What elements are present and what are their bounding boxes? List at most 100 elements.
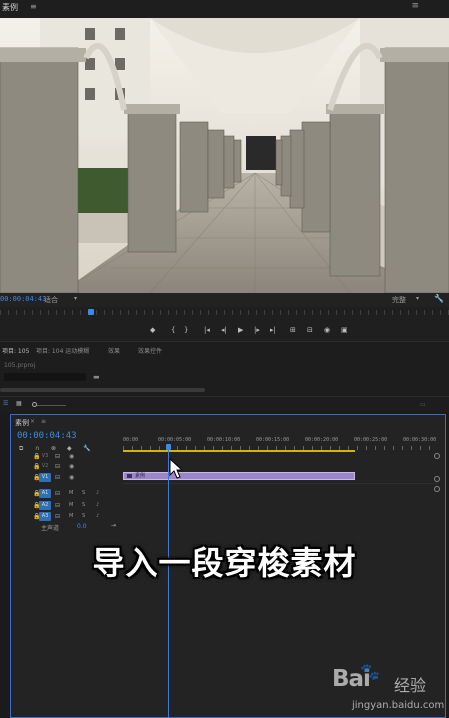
ruler-label: 00:00 (123, 437, 139, 443)
compare-icon[interactable]: ▣ (341, 326, 348, 334)
slider-knob[interactable] (32, 402, 37, 407)
camera-icon[interactable]: ◉ (324, 326, 330, 334)
step-forward-icon[interactable]: |▸ (254, 326, 260, 334)
sync-lock-icon[interactable]: ⊟ (55, 453, 60, 460)
mouse-cursor-icon (169, 458, 183, 479)
playhead-timecode[interactable]: 00:00:04:43 (0, 295, 46, 303)
corridor-frame-image (0, 18, 449, 293)
track-target-a1[interactable]: A1 (39, 489, 51, 498)
baidu-jingyan-watermark: Bai 🐾 经验 jingyan.baidu.com (318, 662, 445, 714)
mic-icon[interactable]: ♪ (96, 513, 99, 519)
master-volume-value[interactable]: 0.0 (77, 523, 87, 530)
timeline-playhead-line[interactable] (168, 450, 169, 718)
project-tools-row: ☰ ▦ ▭ (0, 396, 449, 412)
go-to-end-icon[interactable]: ⇥ (111, 522, 116, 529)
mute-button[interactable]: M (69, 513, 73, 519)
vertical-scroll-handle[interactable] (434, 476, 440, 482)
eye-icon[interactable]: ◉ (69, 453, 74, 460)
monitor-playhead[interactable] (88, 309, 94, 315)
project-panel: 项目: 105 项目: 104 运动模糊 效果 效果控件 105.prproj … (0, 341, 449, 395)
paw-icon: 🐾 (360, 662, 380, 681)
sync-lock-icon[interactable]: ⊟ (55, 474, 60, 481)
sync-lock-icon[interactable]: ⊟ (55, 463, 60, 470)
solo-button[interactable]: S (82, 502, 85, 508)
track-header-a3: 🔒 A3 ⊟ M S ♪ (11, 511, 123, 522)
panel-options-icon[interactable]: ≡ (411, 1, 419, 11)
mark-out-icon[interactable]: } (184, 326, 188, 334)
add-marker-icon[interactable]: ◆ (150, 326, 155, 334)
program-monitor-video (0, 18, 449, 293)
sync-lock-icon[interactable]: ⊟ (55, 513, 60, 520)
track-header-a1: 🔒 A1 ⊟ M S ♪ (11, 488, 123, 499)
mute-button[interactable]: M (69, 490, 73, 496)
mute-button[interactable]: M (69, 502, 73, 508)
wrench-icon[interactable]: 🔧 (434, 294, 444, 303)
track-header-v1: 🔒 V1 ⊟ ◉ (11, 472, 123, 483)
ruler-label: 00:00:30:00 (403, 437, 437, 443)
tutorial-caption: 导入一段穿梭素材 (92, 544, 357, 582)
mark-in-icon[interactable]: { (171, 326, 175, 334)
step-back-icon[interactable]: ◂| (221, 326, 227, 334)
track-target-a3[interactable]: A3 (39, 512, 51, 521)
panel-menu-icon[interactable]: ≡ (41, 418, 46, 425)
vertical-scroll-handle[interactable] (434, 486, 440, 492)
ruler-label: 00:00:25:00 (354, 437, 388, 443)
track-header-v2: 🔒 V2 ⊟ ◉ (11, 461, 123, 472)
sync-lock-icon[interactable]: ⊟ (55, 502, 60, 509)
go-to-in-icon[interactable]: |◂ (204, 326, 210, 334)
program-monitor-header: 素例 ≡ ≡ (0, 0, 449, 18)
ruler-label: 00:00:15:00 (256, 437, 290, 443)
list-view-icon[interactable]: ☰ (3, 400, 8, 407)
clip-label: 素例 (135, 473, 146, 479)
work-area-bar[interactable] (123, 450, 355, 452)
extract-icon[interactable]: ⊟ (307, 326, 313, 334)
solo-button[interactable]: S (82, 490, 85, 496)
watermark-brand-suffix: 经验 (394, 676, 427, 695)
icon-view-icon[interactable]: ▦ (16, 400, 22, 407)
tab-project-104[interactable]: 项目: 104 运动模糊 (36, 346, 89, 355)
track-target-v2[interactable]: V2 (39, 462, 51, 471)
track-header-a2: 🔒 A2 ⊟ M S ♪ (11, 500, 123, 511)
eye-icon[interactable]: ◉ (69, 463, 74, 470)
track-target-v1[interactable]: V1 (39, 473, 51, 482)
eye-icon[interactable]: ◉ (69, 474, 74, 481)
solo-button[interactable]: S (82, 513, 85, 519)
master-track-label: 主声道 (41, 525, 60, 532)
play-icon[interactable]: ▶ (238, 326, 243, 334)
ruler-label: 00:00:05:00 (158, 437, 192, 443)
project-search-input[interactable] (4, 373, 86, 381)
tab-project-105[interactable]: 项目: 105 (2, 346, 29, 355)
folder-icon[interactable]: ▬ (93, 373, 100, 381)
project-scrollbar[interactable] (0, 388, 205, 392)
ruler-ticks (0, 310, 449, 315)
thumbnail-size-slider[interactable] (34, 405, 66, 406)
tab-effects[interactable]: 效果 (108, 346, 120, 355)
go-to-out-icon[interactable]: ▸| (270, 326, 276, 334)
track-divider (123, 483, 437, 484)
lift-icon[interactable]: ⊞ (290, 326, 296, 334)
mic-icon[interactable]: ♪ (96, 502, 99, 508)
video-clip[interactable]: 素例 (123, 472, 355, 480)
transport-controls: ◆ { } |◂ ◂| ▶ |▸ ▸| ⊞ ⊟ ◉ ▣ (0, 321, 449, 341)
panel-menu-icon[interactable]: ≡ (30, 2, 37, 11)
ruler-label: 00:00:10:00 (207, 437, 241, 443)
chevron-down-icon[interactable]: ▾ (416, 295, 419, 302)
bin-icon[interactable]: ▭ (420, 401, 426, 408)
timeline-timecode[interactable]: 00:00:04:43 (17, 431, 77, 441)
ruler-label: 00:00:20:00 (305, 437, 339, 443)
close-icon[interactable]: × (30, 418, 35, 425)
monitor-status-bar: 00:00:04:43 适合 ▾ 完整 ▾ 🔧 (0, 293, 449, 307)
timeline-sequence-tab[interactable]: 素例 (15, 418, 29, 428)
monitor-time-ruler[interactable] (0, 307, 449, 321)
playback-resolution-dropdown[interactable]: 完整 (392, 295, 406, 305)
track-target-v3[interactable]: V3 (39, 452, 51, 461)
program-monitor-title[interactable]: 素例 (2, 2, 18, 13)
sync-lock-icon[interactable]: ⊟ (55, 490, 60, 497)
mic-icon[interactable]: ♪ (96, 490, 99, 496)
zoom-fit-dropdown[interactable]: 适合 (44, 295, 58, 305)
chevron-down-icon[interactable]: ▾ (74, 295, 77, 302)
vertical-scroll-handle[interactable] (434, 453, 440, 459)
tab-effect-controls[interactable]: 效果控件 (138, 346, 162, 355)
watermark-url: jingyan.baidu.com (352, 700, 445, 711)
track-target-a2[interactable]: A2 (39, 501, 51, 510)
